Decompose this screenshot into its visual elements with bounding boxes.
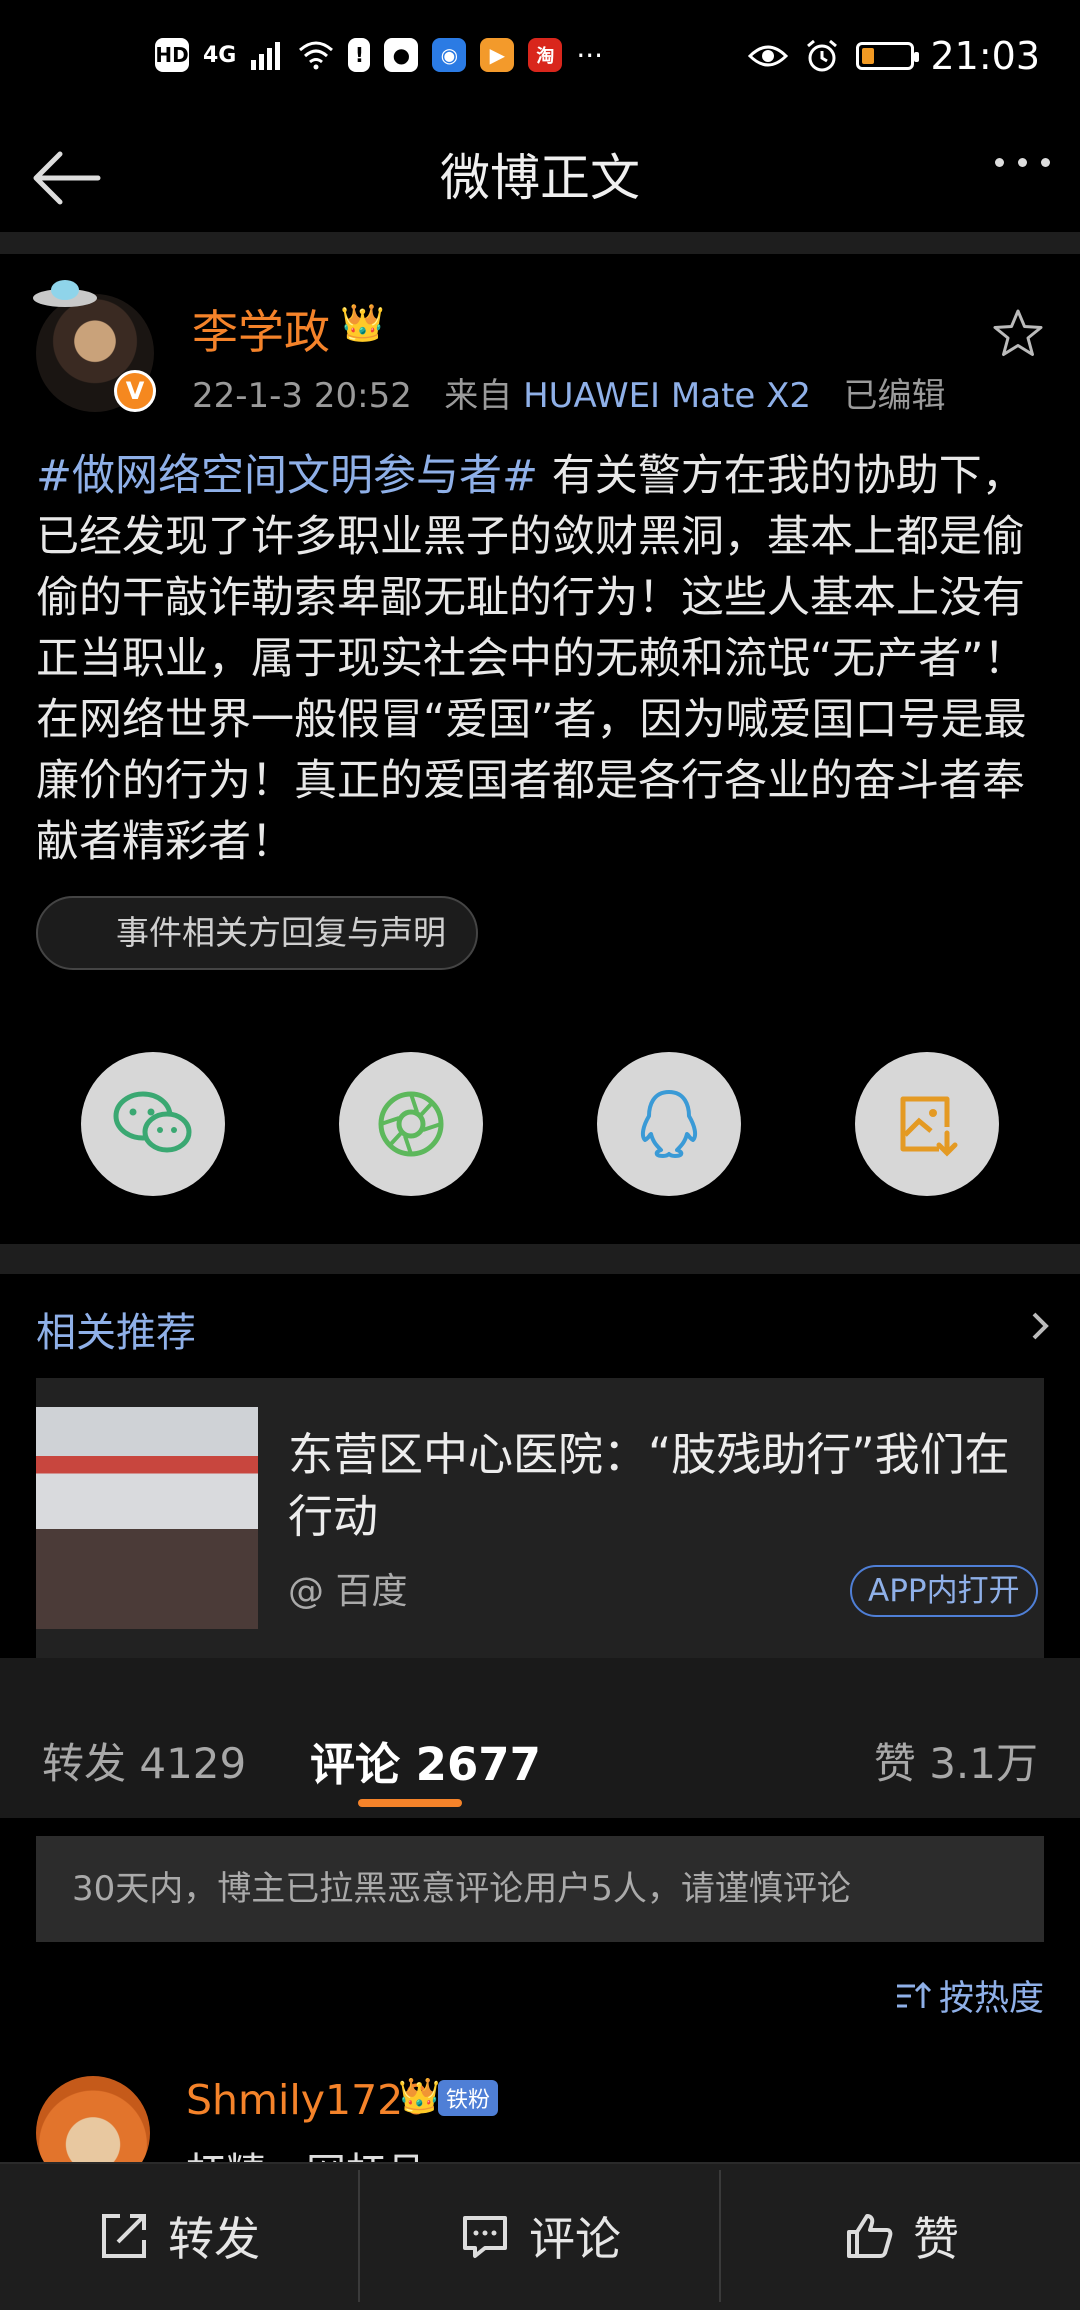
event-statement-chip[interactable]: 事件相关方回复与声明 — [36, 896, 478, 970]
repost-label: 转发 — [168, 2212, 260, 2266]
wechat-icon — [113, 1091, 192, 1153]
divider — [719, 2170, 721, 2302]
share-wechat-button[interactable] — [81, 1052, 225, 1196]
related-thumbnail[interactable] — [36, 1407, 258, 1629]
moments-icon — [378, 1091, 444, 1157]
crown-icon: 👑 — [398, 2076, 441, 2116]
repost-button[interactable]: 转发 — [0, 2162, 358, 2310]
fan-badge: 铁粉 — [438, 2080, 499, 2116]
source-prefix: 来自 — [444, 376, 513, 416]
more-menu-icon[interactable] — [995, 158, 1050, 167]
event-label: 事件相关方回复与声明 — [116, 913, 446, 952]
divider — [0, 1244, 1080, 1274]
related-card-source: @ 百度 — [288, 1571, 408, 1612]
edited-label[interactable]: 已编辑 — [843, 376, 945, 416]
chevron-right-icon[interactable] — [1020, 1306, 1060, 1346]
related-card-title[interactable]: 东营区中心医院：“肢残助行”我们在行动 — [288, 1424, 1028, 1548]
like-button[interactable]: 赞 — [722, 2162, 1080, 2310]
divider — [358, 2170, 360, 2302]
network-label: 4G — [203, 42, 237, 68]
clock: 21:03 — [930, 34, 1040, 78]
divider — [0, 232, 1080, 254]
tab-repost[interactable]: 转发 4129 — [42, 1730, 246, 1791]
ufo-decoration-icon — [33, 280, 97, 307]
comment-notice: 30天内，博主已拉黑恶意评论用户5人，请谨慎评论 — [36, 1836, 1044, 1942]
hd-icon: HD — [155, 38, 189, 72]
status-bar: HD 4G ! ● ◉ ▶ 淘 ··· 21:03 — [0, 0, 1080, 120]
like-label: 赞 — [913, 2212, 959, 2266]
thumbs-up-icon — [847, 2214, 893, 2258]
bulb-app-icon: ◉ — [432, 38, 467, 72]
commenter-name[interactable]: Shmily1720 — [186, 2076, 429, 2124]
alarm-icon — [807, 39, 838, 72]
top-bar: 微博正文 — [0, 120, 1080, 232]
post-meta: 22-1-3 20:52 来自 HUAWEI Mate X2 已编辑 — [192, 368, 945, 417]
battery-icon — [856, 42, 920, 70]
sim-alert-icon: ! — [348, 38, 371, 72]
hashtag-link[interactable]: #做网络空间文明参与者# — [36, 451, 538, 501]
share-qq-button[interactable] — [597, 1052, 741, 1196]
tab-comment[interactable]: 评论 2677 — [310, 1728, 541, 1793]
repost-icon — [102, 2214, 146, 2258]
tab-like[interactable]: 赞 3.1万 — [874, 1730, 1038, 1791]
more-notifications: ··· — [576, 38, 604, 72]
share-moments-button[interactable] — [339, 1052, 483, 1196]
save-image-button[interactable] — [855, 1052, 999, 1196]
page-title: 微博正文 — [440, 149, 640, 207]
post-content: #做网络空间文明参与者# 有关警方在我的协助下，已经发现了许多职业黑子的敛财黑洞… — [36, 446, 1046, 873]
sort-toggle[interactable]: 按热度 — [895, 1970, 1044, 2021]
open-in-app-button[interactable]: APP内打开 — [850, 1565, 1038, 1617]
active-tab-indicator — [358, 1799, 462, 1807]
signal-icon — [251, 42, 281, 70]
author-name[interactable]: 李学政 — [192, 296, 330, 362]
eye-comfort-icon — [748, 45, 789, 67]
verified-badge: V — [114, 370, 156, 412]
qq-notification-icon: ● — [384, 38, 419, 72]
post-date: 22-1-3 20:52 — [192, 376, 412, 416]
qq-icon — [640, 1090, 698, 1158]
comment-label: 评论 — [529, 2212, 621, 2266]
sort-label: 按热度 — [938, 1979, 1044, 2019]
source-device[interactable]: HUAWEI Mate X2 — [523, 376, 811, 416]
post-text: 有关警方在我的协助下，已经发现了许多职业黑子的敛财黑洞，基本上都是偷偷的干敲诈勒… — [36, 451, 1027, 867]
comment-button[interactable]: 评论 — [361, 2162, 719, 2310]
save-image-icon — [900, 1096, 958, 1157]
taobao-icon: 淘 — [528, 38, 563, 72]
related-title[interactable]: 相关推荐 — [36, 1300, 196, 1358]
video-app-icon: ▶ — [480, 38, 515, 72]
wifi-icon — [299, 41, 334, 70]
favorite-star-icon[interactable] — [990, 306, 1046, 362]
crown-icon: 👑 — [340, 303, 385, 344]
comment-icon — [463, 2216, 507, 2258]
sort-icon — [896, 1981, 931, 2008]
